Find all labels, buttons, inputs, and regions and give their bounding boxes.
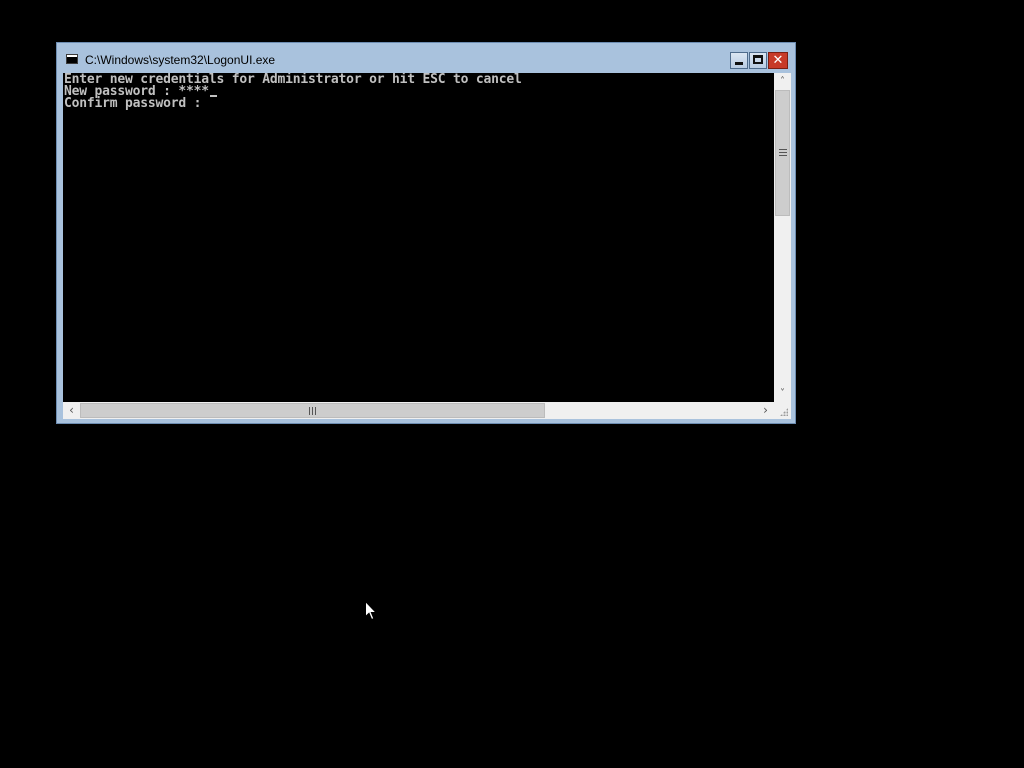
- minimize-button[interactable]: [730, 52, 748, 69]
- maximize-button[interactable]: [749, 52, 767, 69]
- grip-icon: [309, 407, 316, 415]
- scroll-up-arrow-icon[interactable]: ˄: [774, 73, 791, 90]
- desktop: C:\Windows\system32\LogonUI.exe ✕ Enter …: [0, 0, 1024, 768]
- scroll-down-arrow-icon[interactable]: ˅: [774, 385, 791, 402]
- close-button[interactable]: ✕: [768, 52, 788, 69]
- scroll-left-arrow-icon[interactable]: ‹: [63, 402, 80, 419]
- console-app-icon[interactable]: [66, 54, 78, 64]
- vertical-scroll-thumb[interactable]: [775, 90, 790, 216]
- text-cursor: [209, 95, 217, 97]
- horizontal-scrollbar[interactable]: ‹ ›: [63, 402, 774, 419]
- console-line-confirm-password: Confirm password :: [64, 96, 202, 111]
- window-title: C:\Windows\system32\LogonUI.exe: [85, 53, 276, 67]
- title-bar[interactable]: C:\Windows\system32\LogonUI.exe ✕: [57, 43, 795, 73]
- scroll-right-arrow-icon[interactable]: ›: [757, 402, 774, 419]
- maximize-icon: [753, 55, 763, 64]
- resize-grip[interactable]: [774, 402, 791, 419]
- grip-icon: [779, 149, 787, 156]
- vertical-scrollbar[interactable]: ˄ ˅: [774, 73, 791, 402]
- minimize-icon: [735, 62, 743, 65]
- console-line-text: Confirm password :: [64, 96, 202, 111]
- console-window[interactable]: C:\Windows\system32\LogonUI.exe ✕ Enter …: [56, 42, 796, 424]
- close-icon: ✕: [772, 53, 784, 68]
- mouse-pointer-icon: [365, 601, 377, 621]
- console-output[interactable]: Enter new credentials for Administrator …: [63, 73, 774, 402]
- horizontal-scroll-thumb[interactable]: [80, 403, 545, 418]
